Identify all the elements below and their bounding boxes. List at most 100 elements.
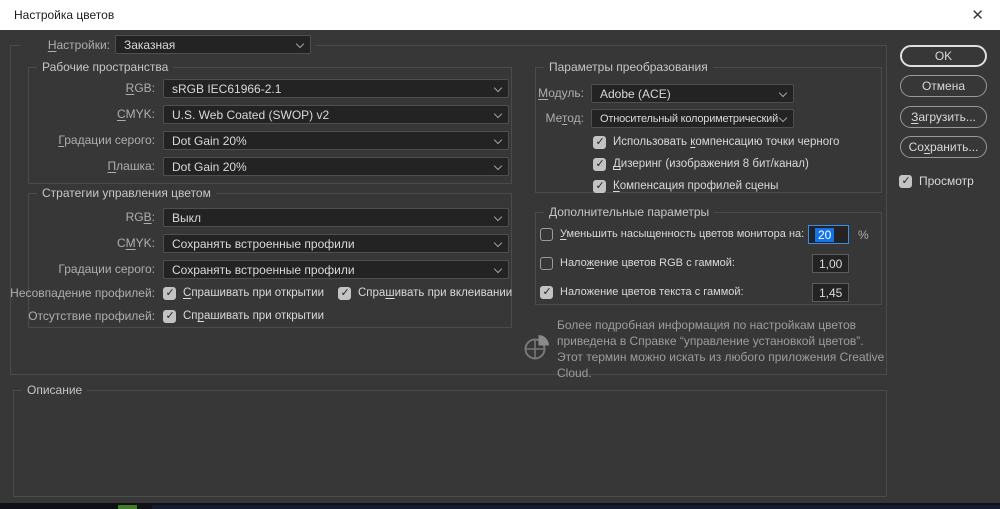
checkbox-label: Компенсация профилей сцены (613, 180, 778, 192)
chevron-down-icon (779, 89, 787, 97)
field-value: 1,45 (819, 286, 842, 300)
gray-working-space-value: Dot Gain 20% (172, 134, 247, 148)
settings-preset-row: Настройки: Заказная (20, 34, 316, 56)
policy-cmyk-select[interactable]: Сохранять встроенные профили (163, 234, 509, 253)
checkbox (163, 287, 176, 300)
policy-cmyk-label: CMYK: (117, 234, 155, 253)
checkbox-label: Дизеринг (изображения 8 бит/канал) (613, 158, 809, 170)
advanced-controls-group: Дополнительные параметры Уменьшить насыщ… (535, 212, 882, 305)
desaturate-percent-input[interactable]: 20 (808, 225, 849, 244)
chevron-down-icon (494, 162, 502, 170)
intent-label: Метод: (545, 109, 584, 128)
description-legend: Описание (22, 383, 87, 398)
settings-preset-select[interactable]: Заказная (115, 35, 311, 54)
chevron-down-icon (494, 136, 502, 144)
cmyk-label: CMYK: (117, 105, 155, 124)
desaturate-monitor-checkbox[interactable]: Уменьшить насыщенность цветов монитора н… (540, 226, 804, 242)
save-button[interactable]: Сохранить... (900, 136, 987, 158)
missing-ask-when-opening-checkbox[interactable]: Спрашивать при открытии (163, 308, 324, 324)
gray-label: Градации серого: (58, 131, 155, 150)
percent-suffix: % (858, 228, 869, 242)
description-group: Описание (13, 390, 887, 497)
engine-select[interactable]: Adobe (ACE) (591, 84, 794, 103)
policy-gray-value: Сохранять встроенные профили (172, 263, 355, 277)
profile-mismatch-label: Несовпадение профилей: (10, 285, 155, 301)
color-settings-dialog: Настройки: Заказная Рабочие пространства… (0, 30, 1000, 509)
blend-rgb-gamma-input[interactable]: 1,00 (812, 254, 849, 273)
spot-label: Плашка: (108, 157, 155, 176)
missing-profiles-label: Отсутствие профилей: (28, 308, 155, 324)
dither-checkbox[interactable]: Дизеринг (изображения 8 бит/канал) (593, 156, 809, 172)
settings-preset-value: Заказная (124, 38, 175, 52)
info-text: Более подробная информация по настройкам… (557, 317, 885, 369)
checkbox-label: Наложение цветов текста с гаммой: (560, 286, 744, 298)
policy-cmyk-value: Сохранять встроенные профили (172, 237, 355, 251)
selected-text: 20 (815, 228, 834, 242)
spot-working-space-select[interactable]: Dot Gain 20% (163, 157, 509, 176)
checkbox-label: Спрашивать при открытии (183, 287, 324, 299)
ask-when-pasting-checkbox[interactable]: Спрашивать при вклеивании (338, 285, 512, 301)
checkbox (899, 175, 912, 188)
checkbox (593, 136, 606, 149)
spot-working-space-value: Dot Gain 20% (172, 160, 247, 174)
window-title: Настройка цветов (14, 8, 114, 22)
ask-when-opening-checkbox[interactable]: Спрашивать при открытии (163, 285, 324, 301)
color-management-icon (522, 332, 552, 362)
working-spaces-legend: Рабочие пространства (37, 60, 173, 75)
field-value: 1,00 (819, 257, 842, 271)
chevron-down-icon (296, 40, 304, 48)
rgb-working-space-select[interactable]: sRGB IEC61966-2.1 (163, 79, 509, 98)
window-titlebar: Настройка цветов ✕ (0, 0, 1000, 30)
blend-text-gamma-checkbox[interactable]: Наложение цветов текста с гаммой: (540, 284, 744, 300)
rgb-working-space-value: sRGB IEC61966-2.1 (172, 82, 281, 96)
cancel-button[interactable]: Отмена (900, 75, 987, 97)
policy-gray-select[interactable]: Сохранять встроенные профили (163, 260, 509, 279)
checkbox (540, 286, 553, 299)
ok-button[interactable]: OK (900, 45, 987, 67)
checkbox (593, 158, 606, 171)
checkbox-label: Просмотр (919, 174, 974, 188)
load-button[interactable]: Загрузить... (900, 106, 987, 128)
engine-label: Модуль: (538, 84, 584, 103)
preview-checkbox[interactable]: Просмотр (899, 173, 974, 189)
policy-gray-label: Градации серого: (58, 260, 155, 279)
checkbox-label: Использовать компенсацию точки черного (613, 136, 839, 148)
intent-value: Относительный колориметрический (600, 113, 778, 125)
checkbox-label: Наложение цветов RGB с гаммой: (560, 257, 735, 269)
policy-rgb-value: Выкл (172, 211, 201, 225)
checkbox (540, 257, 553, 270)
cmyk-working-space-select[interactable]: U.S. Web Coated (SWOP) v2 (163, 105, 509, 124)
checkbox-label: Уменьшить насыщенность цветов монитора н… (560, 228, 804, 240)
checkbox (593, 180, 606, 193)
chevron-down-icon (779, 114, 787, 122)
chevron-down-icon (494, 110, 502, 118)
advanced-controls-legend: Дополнительные параметры (544, 205, 714, 220)
taskbar-fleck-green (118, 505, 137, 509)
conversion-options-group: Параметры преобразования Модуль: Adobe (… (535, 67, 882, 193)
policies-legend: Стратегии управления цветом (37, 186, 216, 201)
close-icon[interactable]: ✕ (971, 6, 984, 24)
chevron-down-icon (494, 213, 502, 221)
intent-select[interactable]: Относительный колориметрический (591, 109, 794, 128)
taskbar-sliver (0, 503, 1000, 509)
cmyk-working-space-value: U.S. Web Coated (SWOP) v2 (172, 108, 329, 122)
black-point-compensation-checkbox[interactable]: Использовать компенсацию точки черного (593, 134, 839, 150)
checkbox (163, 310, 176, 323)
policy-rgb-select[interactable]: Выкл (163, 208, 509, 227)
conversion-options-legend: Параметры преобразования (544, 60, 713, 75)
checkbox (338, 287, 351, 300)
gray-working-space-select[interactable]: Dot Gain 20% (163, 131, 509, 150)
checkbox (540, 228, 553, 241)
settings-label: Настройки: (48, 36, 110, 55)
policy-rgb-label: RGB: (126, 208, 155, 227)
checkbox-label: Спрашивать при открытии (183, 310, 324, 322)
chevron-down-icon (494, 265, 502, 273)
engine-value: Adobe (ACE) (600, 87, 671, 101)
scene-referred-profiles-checkbox[interactable]: Компенсация профилей сцены (593, 178, 778, 194)
chevron-down-icon (494, 84, 502, 92)
checkbox-label: Спрашивать при вклеивании (358, 287, 512, 299)
chevron-down-icon (494, 239, 502, 247)
working-spaces-group: Рабочие пространства RGB: sRGB IEC61966-… (28, 67, 512, 184)
blend-text-gamma-input[interactable]: 1,45 (812, 283, 849, 302)
blend-rgb-gamma-checkbox[interactable]: Наложение цветов RGB с гаммой: (540, 255, 735, 271)
